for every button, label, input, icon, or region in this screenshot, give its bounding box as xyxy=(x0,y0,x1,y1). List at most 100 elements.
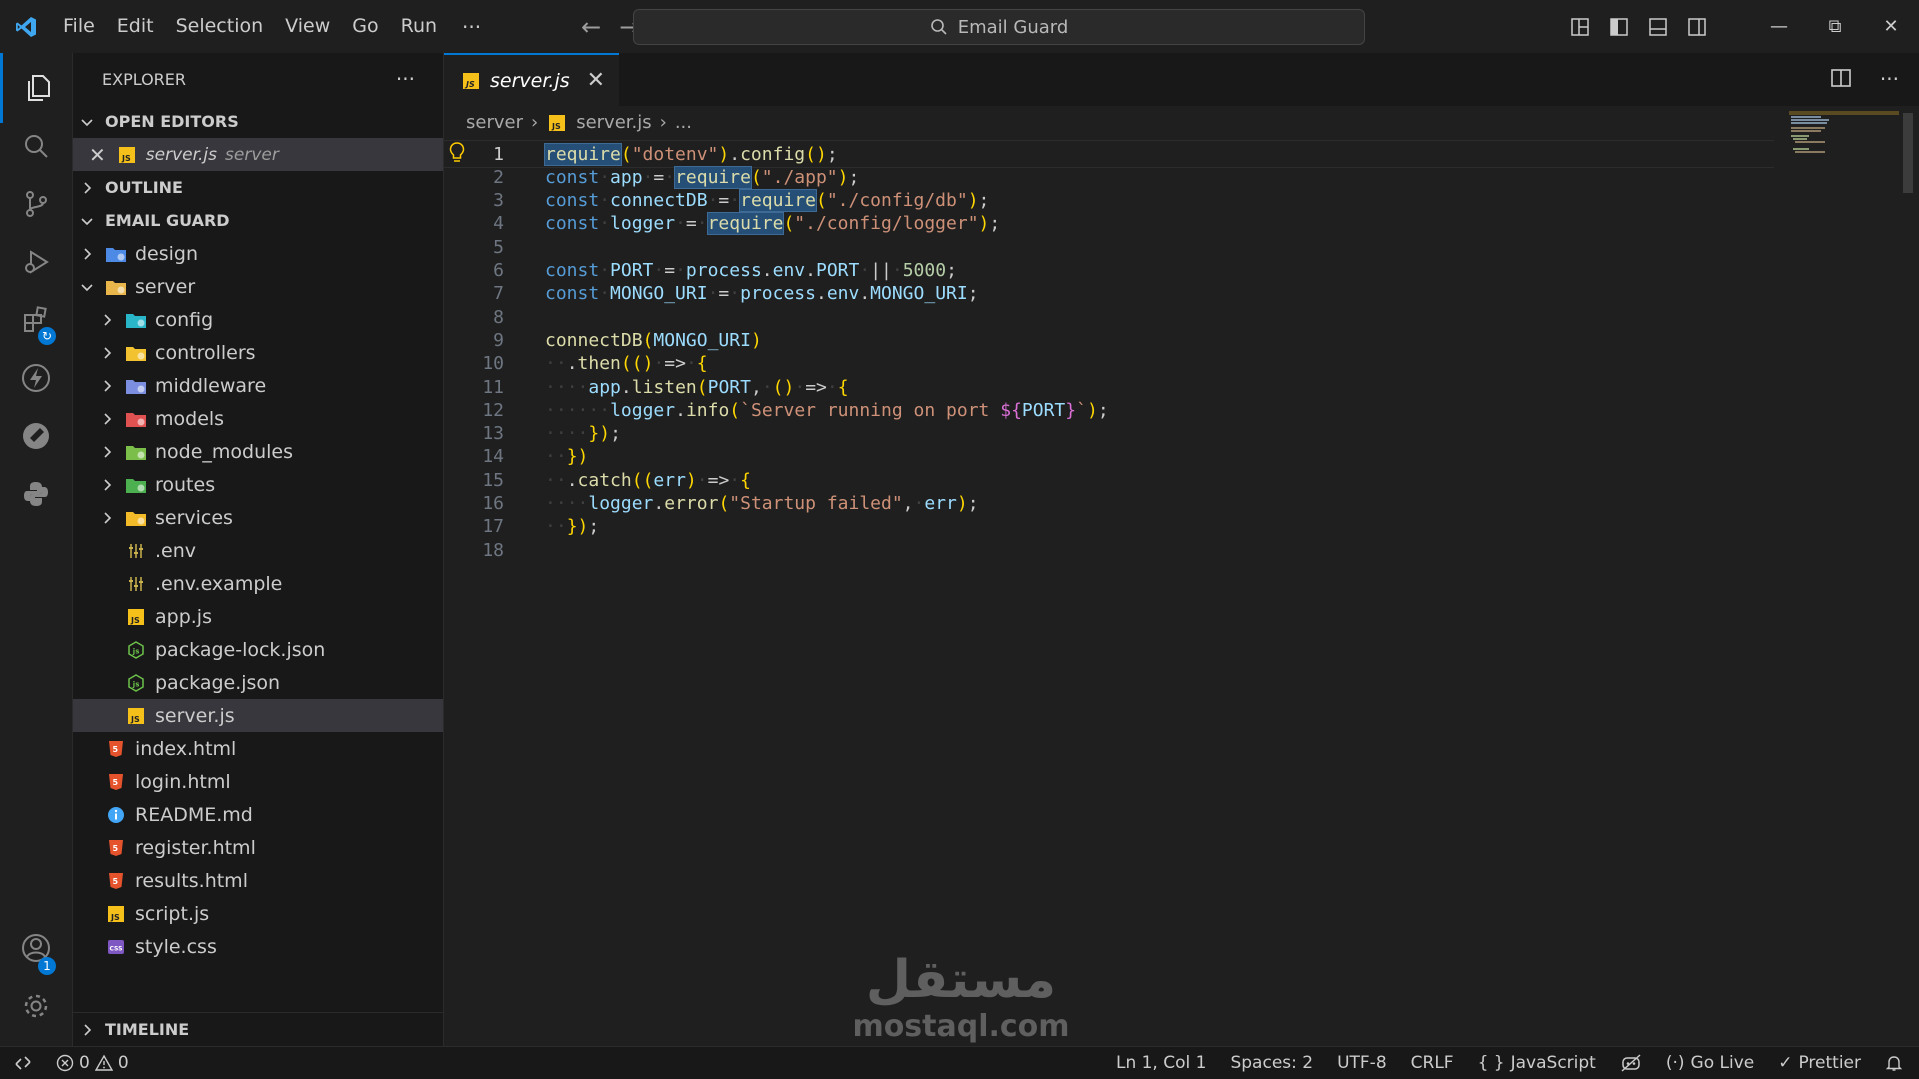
status-right: Ln 1, Col 1 Spaces: 2 UTF-8 CRLF { } Jav… xyxy=(1116,1047,1903,1079)
folder-icon xyxy=(125,441,147,463)
breadcrumb-file[interactable]: server.js xyxy=(576,112,651,133)
tree-item-routes[interactable]: routes xyxy=(73,468,443,501)
tree-item-models[interactable]: models xyxy=(73,402,443,435)
toggle-panel-icon[interactable] xyxy=(1648,17,1668,37)
files-icon xyxy=(28,75,50,101)
tab-label: server.js xyxy=(490,69,570,92)
breadcrumb-folder[interactable]: server xyxy=(466,112,523,133)
tree-item-node-modules[interactable]: node_modules xyxy=(73,435,443,468)
tree-item-label: server.js xyxy=(155,704,235,727)
tree-item-label: node_modules xyxy=(155,440,294,463)
line-number: 7 xyxy=(493,283,504,305)
tree-item-app-js[interactable]: JS app.js xyxy=(73,600,443,633)
prettier-status[interactable]: ✓ Prettier xyxy=(1778,1053,1861,1073)
tree-item-label: .env xyxy=(155,539,197,562)
env-file-icon xyxy=(125,573,147,595)
code-text: ··.then(()·=>·{ xyxy=(545,353,708,375)
explorer-more-button[interactable]: ··· xyxy=(396,67,415,91)
navigation-arrows: ← → xyxy=(581,13,639,41)
close-window-button[interactable]: ✕ xyxy=(1863,16,1919,37)
end-of-line[interactable]: CRLF xyxy=(1411,1053,1454,1073)
tree-item-register-html[interactable]: 5 register.html xyxy=(73,831,443,864)
toggle-primary-sidebar-icon[interactable] xyxy=(1609,17,1629,37)
problems-indicator[interactable]: 0 0 xyxy=(56,1053,129,1073)
tree-item-config[interactable]: config xyxy=(73,303,443,336)
minimap[interactable] xyxy=(1789,111,1899,171)
editor-actions: ··· xyxy=(1830,67,1899,91)
tree-item-env-example[interactable]: .env.example xyxy=(73,567,443,600)
tree-item-server-js[interactable]: JS server.js xyxy=(73,699,443,732)
remote-icon[interactable] xyxy=(14,1054,32,1072)
split-editor-icon[interactable] xyxy=(1830,67,1852,89)
editor-more-button[interactable]: ··· xyxy=(1880,67,1899,91)
code-line[interactable]: 18 xyxy=(444,536,1774,564)
tree-item-label: README.md xyxy=(135,803,253,826)
line-number: 12 xyxy=(482,399,504,421)
python-activity[interactable] xyxy=(0,459,72,529)
language-mode[interactable]: { } JavaScript xyxy=(1478,1053,1596,1073)
close-icon[interactable]: ✕ xyxy=(587,68,605,93)
command-center-label: Email Guard xyxy=(957,16,1069,38)
chevron-right-icon: › xyxy=(659,112,667,133)
tree-item-design[interactable]: design xyxy=(73,237,443,270)
tree-item-results-html[interactable]: 5 results.html xyxy=(73,864,443,897)
outline-section[interactable]: OUTLINE xyxy=(73,171,443,204)
indentation[interactable]: Spaces: 2 xyxy=(1230,1053,1313,1073)
menu-more-button[interactable]: ··· xyxy=(448,15,495,39)
breadcrumb-symbol[interactable]: ... xyxy=(675,112,692,133)
js-file-icon: JS xyxy=(116,144,138,166)
tree-item-services[interactable]: services xyxy=(73,501,443,534)
menu-edit[interactable]: Edit xyxy=(106,0,165,53)
project-section[interactable]: EMAIL GUARD xyxy=(73,204,443,237)
tree-item-env[interactable]: .env xyxy=(73,534,443,567)
error-icon xyxy=(56,1054,74,1072)
bell-icon[interactable] xyxy=(1885,1054,1903,1072)
code-text: require("dotenv").config(); xyxy=(544,142,838,166)
open-editor-item[interactable]: ✕ JS server.js server xyxy=(73,138,443,171)
tree-item-package-json[interactable]: js package.json xyxy=(73,666,443,699)
tree-item-controllers[interactable]: controllers xyxy=(73,336,443,369)
menu-go[interactable]: Go xyxy=(341,0,389,53)
line-number: 4 xyxy=(493,213,504,235)
code-editor[interactable]: 1 require("dotenv").config(); 2 const·app·=… xyxy=(444,140,1919,1020)
outline-title: OUTLINE xyxy=(105,178,183,197)
minimize-button[interactable]: — xyxy=(1751,16,1807,37)
command-center-search[interactable]: Email Guard xyxy=(633,9,1365,45)
cursor-position[interactable]: Ln 1, Col 1 xyxy=(1116,1053,1207,1073)
toggle-secondary-sidebar-icon[interactable] xyxy=(1687,17,1707,37)
timeline-section[interactable]: TIMELINE xyxy=(73,1012,449,1046)
customize-layout-icon[interactable] xyxy=(1570,17,1590,37)
tree-item-script-js[interactable]: JS script.js xyxy=(73,897,443,930)
chevron-down-icon xyxy=(81,217,93,225)
menu-run[interactable]: Run xyxy=(390,0,448,53)
tree-item-readme-md[interactable]: README.md xyxy=(73,798,443,831)
editor-scrollbar[interactable] xyxy=(1903,113,1913,193)
menu-selection[interactable]: Selection xyxy=(165,0,275,53)
tree-item-package-lock-json[interactable]: js package-lock.json xyxy=(73,633,443,666)
tab-server-js[interactable]: JS server.js ✕ xyxy=(444,53,619,106)
arrow-left-icon[interactable]: ← xyxy=(581,13,601,41)
tree-item-login-html[interactable]: 5 login.html xyxy=(73,765,443,798)
watermark-latin: mostaql.com xyxy=(852,1009,1070,1044)
line-number: 10 xyxy=(482,353,504,375)
menu-view[interactable]: View xyxy=(274,0,341,53)
open-editors-section[interactable]: OPEN EDITORS xyxy=(73,105,443,138)
chevron-down-icon xyxy=(81,118,93,126)
line-number: 2 xyxy=(493,166,504,188)
lightning-icon xyxy=(22,364,50,392)
tree-item-index-html[interactable]: 5 index.html xyxy=(73,732,443,765)
menu-file[interactable]: File xyxy=(52,0,106,53)
close-icon[interactable]: ✕ xyxy=(89,143,106,167)
manage-activity[interactable] xyxy=(0,971,72,1041)
tree-item-style-css[interactable]: CSS style.css xyxy=(73,930,443,963)
copilot-icon[interactable] xyxy=(1620,1053,1642,1073)
encoding[interactable]: UTF-8 xyxy=(1337,1053,1387,1073)
restore-button[interactable]: ⧉ xyxy=(1807,16,1863,37)
tree-item-middleware[interactable]: middleware xyxy=(73,369,443,402)
tree-item-server[interactable]: server xyxy=(73,270,443,303)
open-editors-title: OPEN EDITORS xyxy=(105,112,239,131)
go-live-button[interactable]: (·) Go Live xyxy=(1666,1053,1754,1073)
